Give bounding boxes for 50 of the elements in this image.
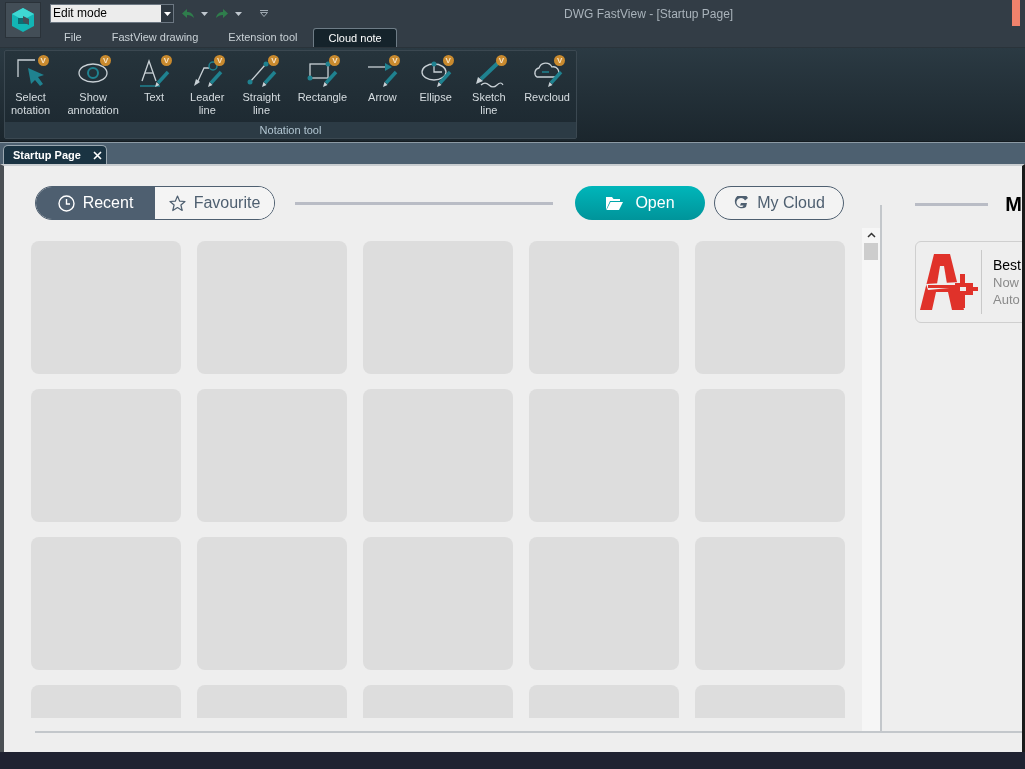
premium-badge: V	[37, 55, 49, 66]
clock-icon	[57, 194, 75, 212]
premium-badge: V	[268, 55, 280, 66]
ribbon-tool-button[interactable]: V Text	[134, 55, 174, 104]
ribbon-tool-button[interactable]: V Show annotation	[65, 55, 121, 117]
ribbon-tool-button[interactable]: V Ellipse	[415, 55, 456, 104]
star-icon	[168, 194, 186, 212]
ribbon-tool-button[interactable]: V Arrow	[362, 55, 403, 104]
menu-tab[interactable]: Extension tool	[214, 28, 312, 47]
ribbon-tool-button[interactable]: V Straight line	[240, 55, 283, 117]
app-logo-icon[interactable]	[5, 2, 41, 38]
promo-text: Now	[993, 274, 1020, 291]
ribbon-tool-button[interactable]: V Revcloud	[522, 55, 572, 104]
promo-text: Auto	[993, 291, 1021, 308]
recent-tab[interactable]: Recent	[36, 187, 155, 219]
mode-dropdown[interactable]: Edit mode	[50, 4, 174, 24]
promo-card[interactable]: Best Now Auto	[915, 241, 1022, 323]
promo-title: Best	[993, 256, 1021, 274]
customize-toolbar-icon[interactable]	[260, 10, 268, 18]
window-title: DWG FastView - [Startup Page]	[564, 5, 734, 23]
close-icon[interactable]	[92, 150, 102, 160]
menu-tab[interactable]: FastView drawing	[97, 28, 213, 47]
premium-badge: V	[495, 55, 507, 66]
premium-badge: V	[214, 55, 226, 66]
ribbon-tool-button[interactable]: V Rectangle	[295, 55, 350, 104]
text-tool-icon	[138, 57, 170, 89]
cloud-service-logo-icon	[733, 195, 750, 211]
document-tab[interactable]: Startup Page	[3, 145, 107, 164]
menu-tab[interactable]: File	[50, 28, 96, 47]
premium-badge: V	[389, 55, 401, 66]
premium-badge: V	[100, 55, 112, 66]
cad-app-logo-icon	[920, 254, 978, 310]
scrollbar-thumb[interactable]	[864, 243, 878, 260]
ribbon-tool-button[interactable]: V Leader line	[187, 55, 228, 117]
ribbon-tool-button[interactable]: V Sketch line	[468, 55, 509, 117]
side-panel-heading: M	[1005, 192, 1022, 217]
menu-tab[interactable]: Cloud note	[313, 28, 397, 47]
premium-badge: V	[329, 55, 341, 66]
premium-badge: V	[554, 55, 566, 66]
ribbon-group-label: Notation tool	[5, 122, 576, 138]
favourite-tab[interactable]: Favourite	[155, 187, 274, 219]
premium-badge: V	[442, 55, 454, 66]
caret-down-icon[interactable]	[201, 11, 208, 16]
caret-down-icon[interactable]	[235, 11, 242, 16]
my-cloud-button[interactable]: My Cloud	[714, 186, 844, 220]
folder-icon	[605, 195, 624, 211]
caret-down-icon	[163, 11, 171, 16]
ribbon-tool-button[interactable]: V Select notation	[9, 55, 53, 117]
scroll-up-icon[interactable]	[866, 232, 876, 238]
premium-badge: V	[161, 55, 172, 66]
